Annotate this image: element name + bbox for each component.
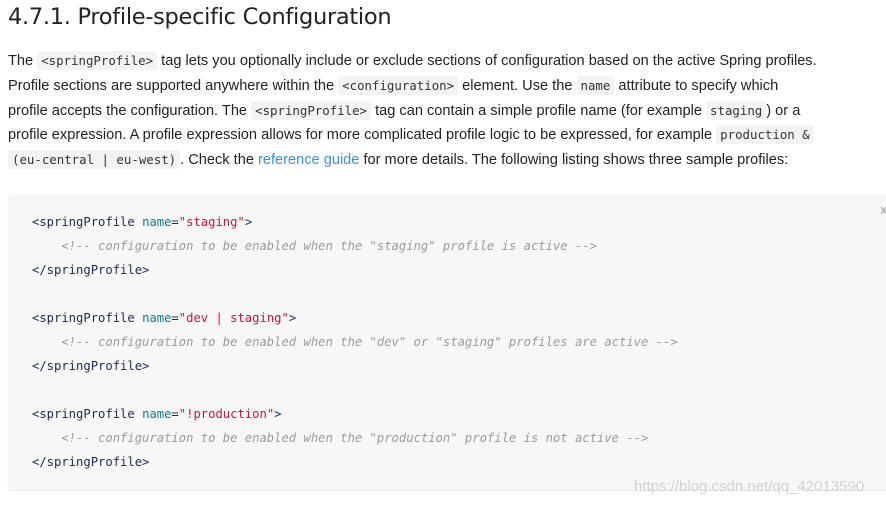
code-tag: <springProfile: [32, 407, 143, 421]
code-tag: </springProfile>: [32, 455, 150, 469]
code-string: "staging": [178, 215, 245, 229]
code-string: "dev | staging": [178, 311, 289, 325]
code-tag: >: [274, 407, 282, 421]
text-run: profile accepts the configuration. The: [8, 102, 252, 119]
text-run: attribute to specify which: [614, 77, 779, 94]
code-line: <springProfile name="!production">: [32, 406, 282, 422]
code-tag: </springProfile>: [32, 263, 150, 277]
code-comment: <!-- configuration to be enabled when th…: [32, 239, 597, 253]
paragraph-line: (eu-central | eu-west). Check the refere…: [8, 148, 886, 173]
paragraph-line: profile accepts the configuration. The <…: [8, 99, 886, 124]
inline-code: staging: [706, 100, 767, 120]
watermark: https://blog.csdn.net/qq_42013590: [634, 478, 865, 495]
inline-code: (eu-central | eu-west): [8, 150, 181, 170]
copy-button[interactable]: x: [880, 203, 886, 217]
code-string: "!production": [178, 407, 275, 421]
inline-code: <springProfile>: [251, 100, 372, 120]
inline-code: name: [576, 75, 615, 95]
code-line: <!-- configuration to be enabled when th…: [32, 238, 597, 254]
code-tag: >: [288, 311, 297, 325]
text-run: element. Use the: [458, 77, 577, 94]
code-tag: =: [171, 215, 179, 229]
text-run: for more details. The following listing …: [359, 152, 789, 169]
code-tag: >: [244, 215, 253, 229]
description-paragraph: The <springProfile> tag lets you optiona…: [8, 49, 886, 173]
code-line: </springProfile>: [32, 358, 149, 374]
text-run: Profile sections are supported anywhere …: [8, 77, 339, 94]
code-line: <springProfile name="staging">: [32, 214, 252, 230]
code-comment: <!-- configuration to be enabled when th…: [32, 431, 649, 445]
text-run: profile expression. A profile expression…: [8, 127, 717, 144]
text-run: ) or a: [766, 102, 801, 119]
code-line: <!-- configuration to be enabled when th…: [32, 430, 648, 446]
code-attribute: name: [142, 215, 172, 229]
code-line: </springProfile>: [32, 262, 149, 278]
code-line: <!-- configuration to be enabled when th…: [32, 334, 678, 350]
text-run: tag lets you optionally include or exclu…: [157, 53, 817, 69]
code-comment: <!-- configuration to be enabled when th…: [32, 335, 678, 349]
code-tag: =: [171, 311, 179, 325]
code-tag: <springProfile: [32, 215, 143, 229]
text-run: . Check the: [180, 152, 258, 169]
inline-code: production &: [716, 125, 814, 145]
paragraph-line: The <springProfile> tag lets you optiona…: [8, 49, 886, 74]
code-line: <springProfile name="dev | staging">: [32, 310, 296, 326]
text-run: The: [8, 53, 38, 69]
inline-code: <configuration>: [338, 75, 459, 95]
inline-code: <springProfile>: [37, 51, 158, 70]
text-run: tag can contain a simple profile name (f…: [371, 102, 707, 119]
paragraph-line: Profile sections are supported anywhere …: [8, 74, 886, 99]
code-attribute: name: [142, 407, 172, 421]
paragraph-line: profile expression. A profile expression…: [8, 123, 886, 148]
code-line: </springProfile>: [32, 454, 149, 470]
code-tag: =: [171, 407, 179, 421]
reference-guide-link[interactable]: reference guide: [258, 152, 359, 168]
code-tag: <springProfile: [32, 311, 143, 325]
page-title: 4.7.1. Profile-specific Configuration: [8, 4, 392, 30]
code-tag: </springProfile>: [32, 359, 150, 373]
code-attribute: name: [142, 311, 172, 325]
